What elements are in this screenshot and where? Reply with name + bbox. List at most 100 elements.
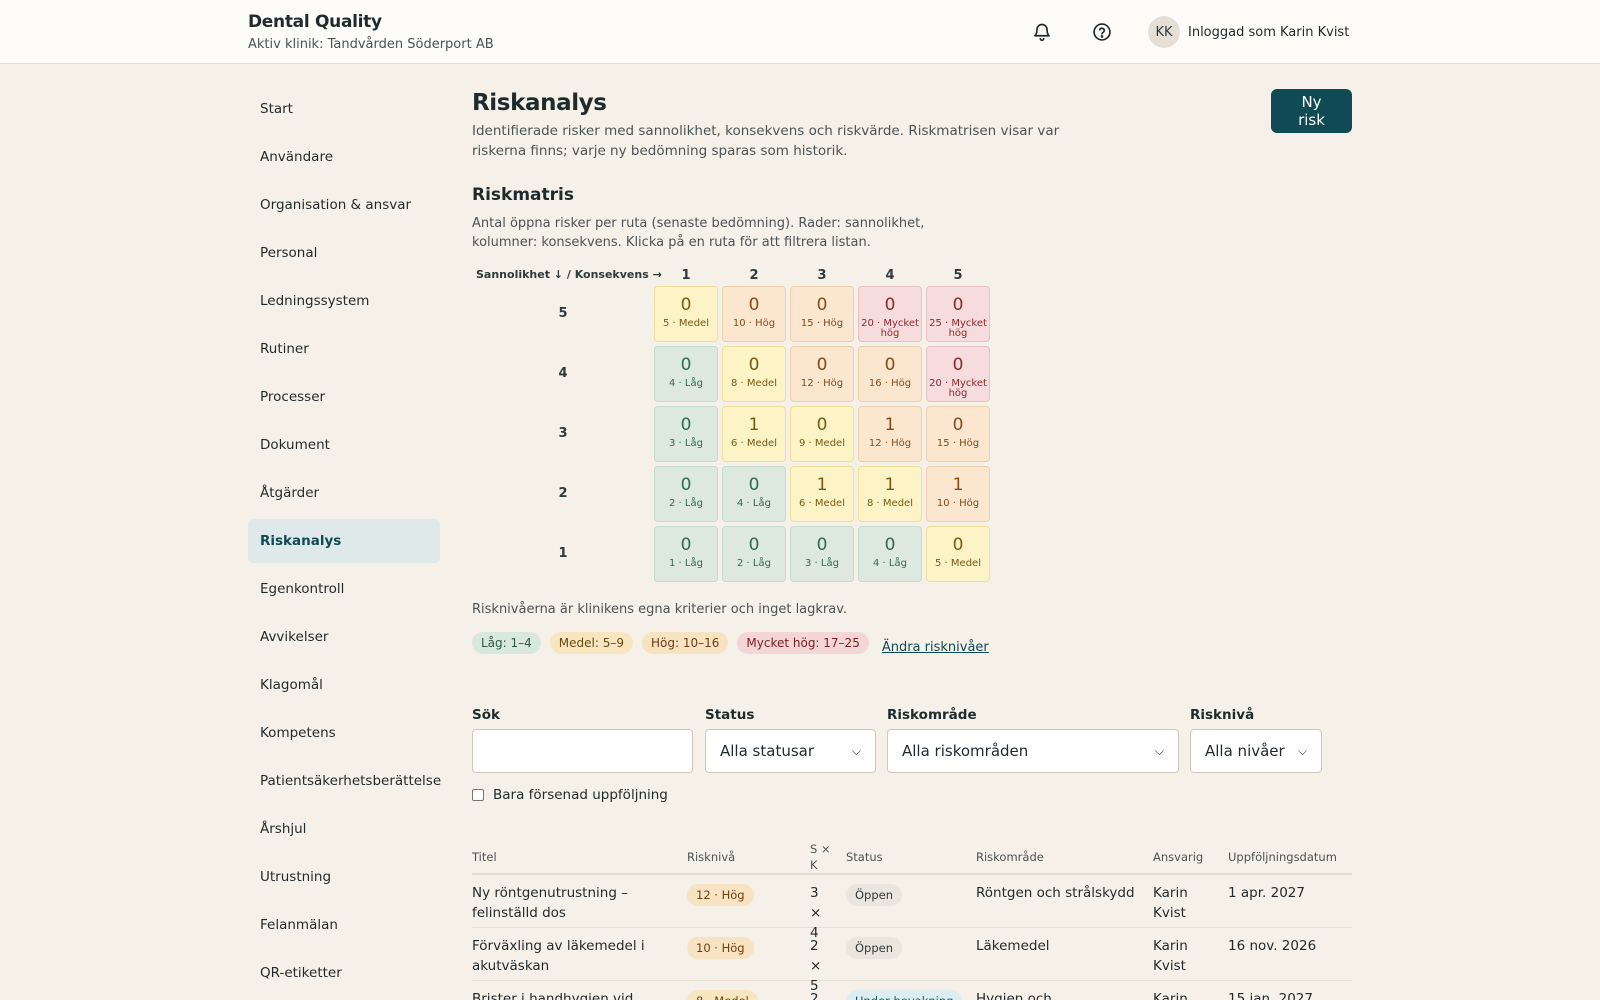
col-level[interactable]: Risknivå <box>687 849 735 865</box>
matrix-cell-count: 0 <box>816 355 828 375</box>
user-menu[interactable]: KK Inloggad som Karin Kvist <box>1148 16 1349 48</box>
matrix-cell[interactable]: 0 12 · Hög <box>790 346 854 402</box>
col-owner[interactable]: Ansvarig <box>1153 849 1203 865</box>
matrix-cell-count: 0 <box>748 355 760 375</box>
app-title[interactable]: Dental Quality <box>248 12 494 32</box>
sidebar-item-felanmälan[interactable]: Felanmälan <box>248 903 440 947</box>
sidebar-item-åtgärder[interactable]: Åtgärder <box>248 471 440 515</box>
matrix-cell[interactable]: 0 16 · Hög <box>858 346 922 402</box>
table-row[interactable]: Brister i handhygien vid hög 2 × 4 Hygien … <box>472 981 1352 1000</box>
level-select[interactable]: Alla nivåer ⌵ <box>1190 729 1322 773</box>
search-input[interactable] <box>472 729 693 773</box>
matrix-cell[interactable]: 1 10 · Hög <box>926 466 990 522</box>
matrix-cell[interactable]: 0 8 · Medel <box>722 346 786 402</box>
status-badge: Under bevakning <box>846 990 963 1000</box>
sidebar-item-klagomål[interactable]: Klagomål <box>248 663 440 707</box>
matrix-cell-count: 0 <box>748 295 760 315</box>
matrix-cell-count: 0 <box>680 415 692 435</box>
matrix-cell[interactable]: 0 15 · Hög <box>790 286 854 342</box>
matrix-row-header: 4 <box>558 366 568 381</box>
notifications-button[interactable] <box>1030 20 1054 44</box>
row-title[interactable]: Förväxling av läkemedel i akutväskan <box>472 936 652 976</box>
sidebar-item-egenkontroll[interactable]: Egenkontroll <box>248 567 440 611</box>
matrix-cell[interactable]: 0 15 · Hög <box>926 406 990 462</box>
page-title: Riskanalys <box>472 90 607 116</box>
col-area[interactable]: Riskområde <box>976 849 1044 865</box>
matrix-cell[interactable]: 0 1 · Låg <box>654 526 718 582</box>
row-title[interactable]: Brister i handhygien vid hög <box>472 989 652 1000</box>
table-row[interactable]: Ny röntgenutrustning – felinställd dos 3 … <box>472 875 1352 941</box>
matrix-corner-label: Sannolikhet ↓ / Konsekvens → <box>476 268 662 281</box>
avatar: KK <box>1148 16 1180 48</box>
matrix-cell[interactable]: 0 3 · Låg <box>790 526 854 582</box>
matrix-col-header: 2 <box>749 268 759 283</box>
sidebar-item-dokument[interactable]: Dokument <box>248 423 440 467</box>
matrix-cell-level: 15 · Hög <box>800 318 844 329</box>
matrix-cell-count: 0 <box>816 535 828 555</box>
matrix-cell[interactable]: 0 9 · Medel <box>790 406 854 462</box>
sidebar-item-processer[interactable]: Processer <box>248 375 440 419</box>
row-sk: 2 × 4 <box>810 991 819 1000</box>
matrix-cell[interactable]: 0 5 · Medel <box>926 526 990 582</box>
matrix-cell[interactable]: 0 25 · Mycket hög <box>926 286 990 342</box>
matrix-cell-level: 15 · Hög <box>936 438 980 449</box>
col-status[interactable]: Status <box>846 849 883 865</box>
matrix-cell-level: 5 · Medel <box>663 318 709 329</box>
sidebar-item-patientsäkerhetsberättelse[interactable]: Patientsäkerhetsberättelse <box>248 759 441 803</box>
matrix-cell[interactable]: 0 20 · Mycket hög <box>858 286 922 342</box>
sidebar-item-rutiner[interactable]: Rutiner <box>248 327 440 371</box>
overdue-checkbox[interactable] <box>472 789 484 801</box>
matrix-cell-level: 3 · Låg <box>669 438 703 449</box>
sidebar-item-avvikelser[interactable]: Avvikelser <box>248 615 440 659</box>
status-select-value: Alla statusar <box>720 742 815 760</box>
table-row[interactable]: Förväxling av läkemedel i akutväskan 2 × … <box>472 928 1352 994</box>
matrix-cell[interactable]: 1 6 · Medel <box>790 466 854 522</box>
matrix-cell[interactable]: 0 4 · Låg <box>654 346 718 402</box>
matrix-cell[interactable]: 0 4 · Låg <box>858 526 922 582</box>
status-select[interactable]: Alla statusar ⌵ <box>705 729 876 773</box>
bell-icon <box>1034 23 1050 42</box>
help-icon <box>1093 23 1111 41</box>
matrix-cell-level: 2 · Låg <box>737 558 771 569</box>
matrix-col-header: 5 <box>953 268 963 283</box>
sidebar-item-ledningssystem[interactable]: Ledningssystem <box>248 279 440 323</box>
brand: Dental Quality Aktiv klinik: Tandvården … <box>248 12 494 52</box>
matrix-cell-count: 0 <box>816 295 828 315</box>
matrix-cell[interactable]: 0 10 · Hög <box>722 286 786 342</box>
matrix-cell[interactable]: 0 2 · Låg <box>722 526 786 582</box>
sidebar-item-kompetens[interactable]: Kompetens <box>248 711 440 755</box>
overdue-filter[interactable]: Bara försenad uppföljning <box>472 787 668 803</box>
edit-risk-levels-link[interactable]: Ändra risknivåer <box>882 640 989 655</box>
matrix-cell-count: 0 <box>680 535 692 555</box>
matrix-cell[interactable]: 0 2 · Låg <box>654 466 718 522</box>
page-description: Identifierade risker med sannolikhet, ko… <box>472 123 1060 159</box>
matrix-cell[interactable]: 0 4 · Låg <box>722 466 786 522</box>
row-title[interactable]: Ny röntgenutrustning – felinställd dos <box>472 883 652 923</box>
matrix-cell[interactable]: 0 3 · Låg <box>654 406 718 462</box>
sidebar-item-användare[interactable]: Användare <box>248 135 440 179</box>
area-select[interactable]: Alla riskområden ⌵ <box>887 729 1179 773</box>
chevron-down-icon: ⌵ <box>1154 743 1164 758</box>
col-followup[interactable]: Uppföljningsdatum <box>1228 849 1337 865</box>
sidebar-item-qr-etiketter[interactable]: QR-etiketter <box>248 951 440 995</box>
matrix-cell[interactable]: 0 20 · Mycket hög <box>926 346 990 402</box>
sidebar-item-utrustning[interactable]: Utrustning <box>248 855 440 899</box>
sidebar-item-start[interactable]: Start <box>248 87 440 131</box>
matrix-col-header: 1 <box>681 268 691 283</box>
sidebar-item-organisation-ansvar[interactable]: Organisation & ansvar <box>248 183 440 227</box>
matrix-cell[interactable]: 1 6 · Medel <box>722 406 786 462</box>
matrix-cell[interactable]: 1 8 · Medel <box>858 466 922 522</box>
new-risk-button[interactable]: Ny risk <box>1271 89 1352 133</box>
col-sk[interactable]: S × K <box>810 841 832 873</box>
risk-matrix: Sannolikhet ↓ / Konsekvens → 1 2 3 4 5 5 0 5 · … <box>472 268 992 588</box>
sidebar-item-personal[interactable]: Personal <box>248 231 440 275</box>
risk-level-legend: Låg: 1–4 Medel: 5–9 Hög: 10–16 Mycket hög: … <box>472 630 989 655</box>
matrix-cell[interactable]: 0 5 · Medel <box>654 286 718 342</box>
help-button[interactable] <box>1090 20 1114 44</box>
status-filter-label: Status <box>705 707 755 723</box>
matrix-cell[interactable]: 1 12 · Hög <box>858 406 922 462</box>
col-title[interactable]: Titel <box>472 849 497 865</box>
matrix-cell-level: 16 · Hög <box>868 378 912 389</box>
sidebar-item-riskanalys[interactable]: Riskanalys <box>248 519 440 563</box>
sidebar-item-årshjul[interactable]: Årshjul <box>248 807 440 851</box>
